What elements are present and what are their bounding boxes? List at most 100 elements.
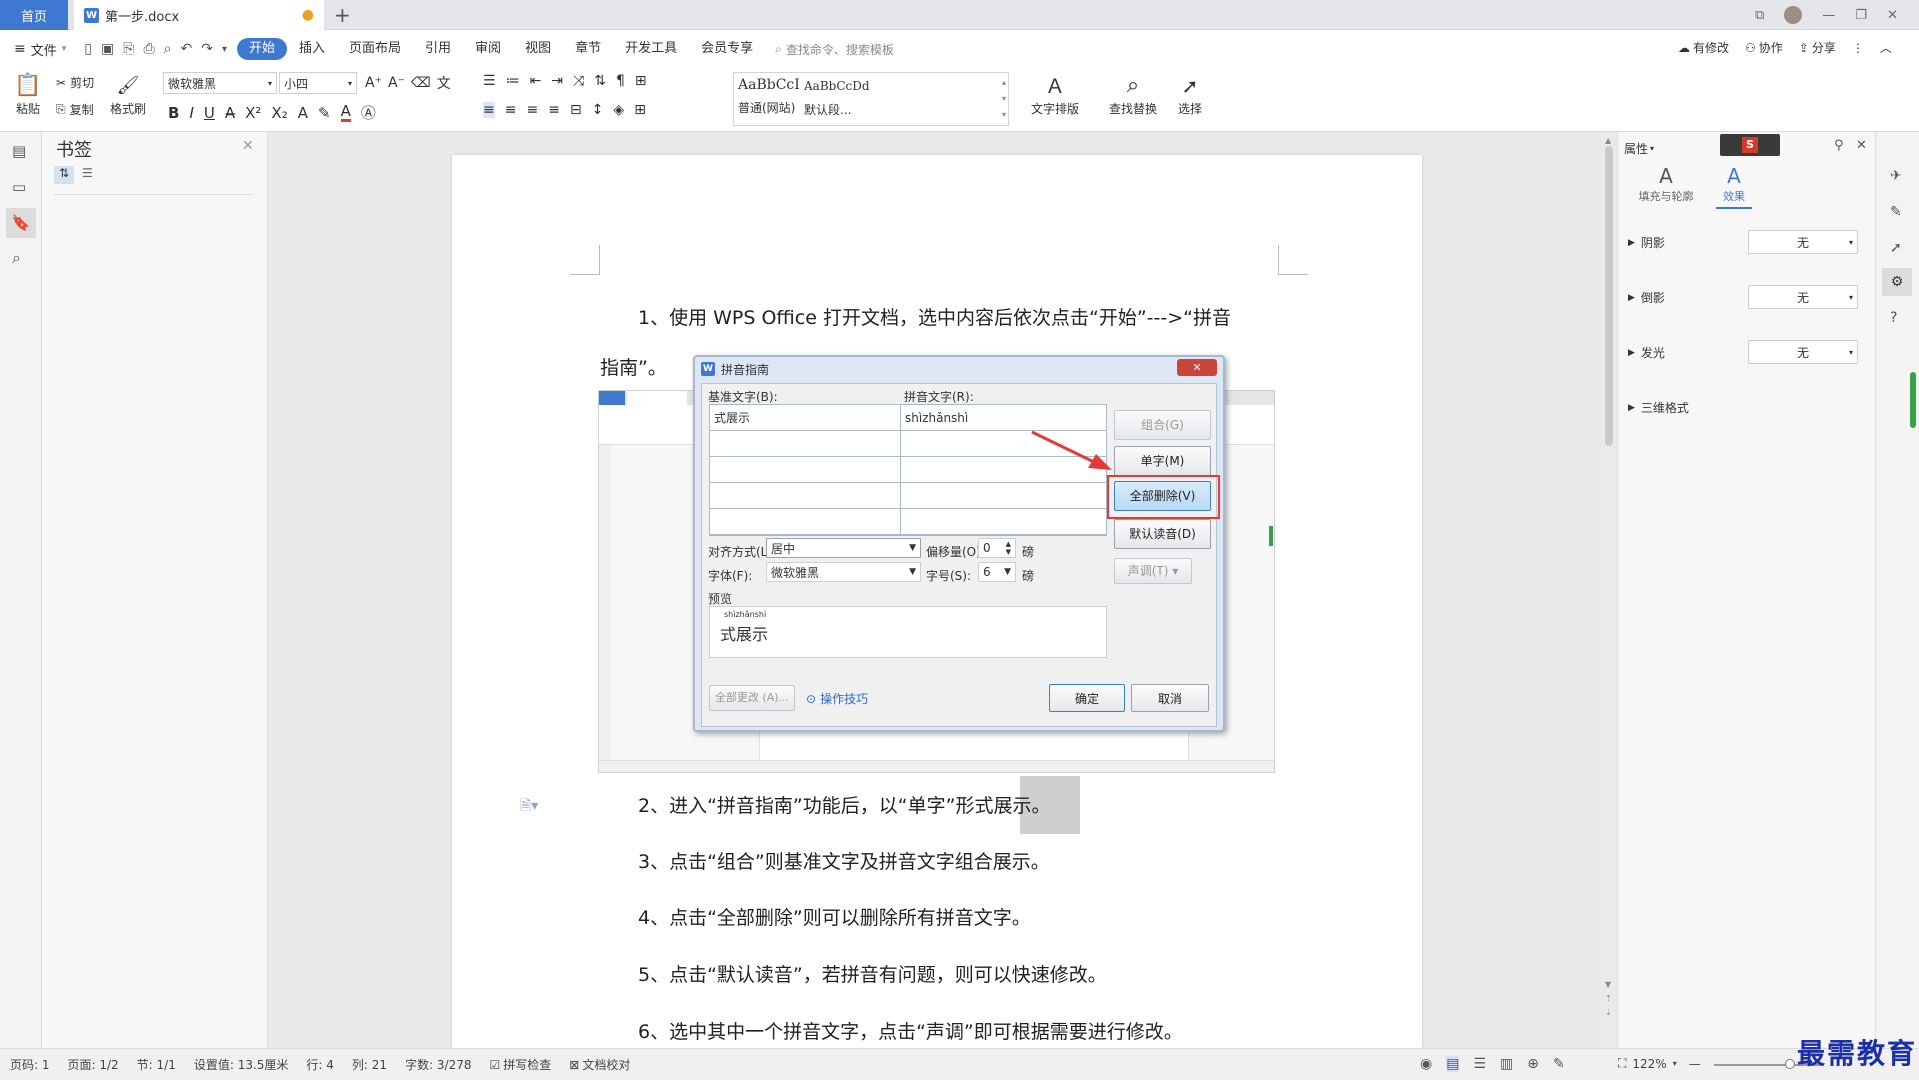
glow-row-toggle[interactable]: ▶ 发光 bbox=[1628, 344, 1665, 361]
help-icon[interactable]: ? bbox=[1890, 310, 1897, 326]
paste-button[interactable]: 📋 粘贴 bbox=[12, 72, 44, 117]
paragraph-2[interactable]: 2、进入“拼音指南”功能后，以“单字”形式展示。 bbox=[638, 791, 1050, 818]
paragraph-5[interactable]: 5、点击“默认读音”，若拼音有问题，则可以快速修改。 bbox=[638, 960, 1107, 987]
menu-insert[interactable]: 插入 bbox=[287, 38, 337, 60]
sort-by-name-icon[interactable]: ☰ bbox=[82, 166, 93, 180]
align-right-icon[interactable]: ≡ bbox=[526, 102, 538, 118]
chevron-down-icon[interactable]: ▾ bbox=[1673, 1059, 1677, 1068]
paragraph-4[interactable]: 4、点击“全部删除”则可以删除所有拼音文字。 bbox=[638, 903, 1031, 930]
cancel-button[interactable]: 取消 bbox=[1131, 684, 1209, 712]
outdent-icon[interactable]: ⇤ bbox=[530, 73, 542, 89]
shadow-row-toggle[interactable]: ▶ 阴影 bbox=[1628, 234, 1665, 251]
status-position[interactable]: 设置值: 13.5厘米 bbox=[194, 1056, 289, 1073]
menu-developer[interactable]: 开发工具 bbox=[613, 38, 689, 60]
show-marks-icon[interactable]: ¶ bbox=[616, 73, 625, 89]
default-reading-button[interactable]: 默认读音(D) bbox=[1114, 519, 1211, 549]
zoom-level[interactable]: 122% bbox=[1632, 1057, 1666, 1071]
export-pdf-icon[interactable]: ⎘ bbox=[123, 41, 134, 57]
command-search[interactable]: ⌕ 查找命令、搜索模板 bbox=[775, 41, 894, 58]
eye-protection-icon[interactable]: ◉ bbox=[1420, 1056, 1432, 1072]
pen-icon[interactable]: ✎ bbox=[1890, 204, 1902, 220]
pin-icon[interactable]: ⚲ bbox=[1834, 138, 1844, 153]
new-tab-icon[interactable]: + bbox=[334, 3, 351, 27]
scroll-down-icons[interactable]: ▼ ⇡ ⇣ bbox=[1605, 978, 1612, 1020]
dialog-close-icon[interactable]: ✕ bbox=[1177, 359, 1217, 376]
paragraph-1-continued[interactable]: 指南”。 bbox=[600, 353, 667, 380]
close-window-icon[interactable]: ✕ bbox=[1887, 8, 1898, 23]
print-preview-icon[interactable]: ⌕ bbox=[164, 41, 172, 57]
style-normal-web[interactable]: AaBbCcI 普通(网站) bbox=[738, 77, 800, 116]
zoom-slider-thumb[interactable] bbox=[1785, 1059, 1795, 1069]
web-view-icon[interactable]: ⊕ bbox=[1527, 1056, 1539, 1072]
rocket-icon[interactable]: ✈ bbox=[1890, 168, 1902, 184]
tab-effects[interactable]: A 效果 bbox=[1716, 164, 1752, 209]
property-title[interactable]: 属性 ▾ bbox=[1624, 140, 1654, 157]
zoom-out-icon[interactable]: — bbox=[1689, 1057, 1701, 1071]
3d-format-row-toggle[interactable]: ▶ 三维格式 bbox=[1628, 399, 1689, 416]
clear-format-icon[interactable]: ⌫ bbox=[411, 75, 431, 91]
write-view-icon[interactable]: ✎ bbox=[1553, 1056, 1565, 1072]
stepper-icon[interactable]: ▲ ▼ bbox=[1006, 540, 1011, 556]
paragraph-handle-icon[interactable]: 🗎▾ bbox=[520, 795, 538, 819]
style-gallery-scroll-icon[interactable]: ▴ ▾ ▾ bbox=[1002, 75, 1006, 123]
window-layout-icon[interactable]: ⧉ bbox=[1755, 8, 1764, 23]
bullet-list-icon[interactable]: ☰ bbox=[483, 73, 496, 89]
distribute-icon[interactable]: ⊟ bbox=[570, 102, 582, 118]
scroll-thumb[interactable] bbox=[1605, 146, 1613, 446]
base-text-cell-empty[interactable] bbox=[710, 457, 901, 483]
tab-home[interactable]: 首页 bbox=[0, 0, 68, 30]
status-line[interactable]: 行: 4 bbox=[306, 1056, 334, 1073]
highlight-icon[interactable]: ✎ bbox=[318, 104, 331, 122]
text-layout-button[interactable]: Ａ 文字排版 bbox=[1025, 72, 1085, 117]
proofread-button[interactable]: ⊠ 文档校对 bbox=[569, 1056, 630, 1073]
cursor-icon[interactable]: ➚ bbox=[1890, 240, 1902, 256]
base-text-cell-empty[interactable] bbox=[710, 483, 901, 509]
pinyin-text-cell[interactable]: shìzhǎnshì bbox=[901, 405, 1107, 431]
status-section[interactable]: 节: 1/1 bbox=[137, 1056, 176, 1073]
paragraph-1[interactable]: 1、使用 WPS Office 打开文档，选中内容后依次点击“开始”--->“拼… bbox=[638, 303, 1231, 330]
more-icon[interactable]: ▾ bbox=[222, 44, 227, 55]
alignment-select[interactable]: 居中 ▼ bbox=[766, 538, 921, 558]
changes-button[interactable]: ☁ 有修改 bbox=[1678, 39, 1729, 56]
avatar[interactable] bbox=[1784, 6, 1803, 24]
number-list-icon[interactable]: ≔ bbox=[506, 73, 520, 89]
base-text-cell-empty[interactable] bbox=[710, 509, 901, 535]
new-doc-icon[interactable]: ▯ bbox=[84, 41, 92, 57]
status-pages[interactable]: 页面: 1/2 bbox=[68, 1056, 119, 1073]
fit-page-icon[interactable]: ⛶ bbox=[1618, 1056, 1626, 1071]
ok-button[interactable]: 确定 bbox=[1049, 684, 1125, 712]
menu-start[interactable]: 开始 bbox=[236, 38, 287, 60]
format-painter-button[interactable]: 🖌 格式刷 bbox=[108, 72, 148, 117]
borders-icon[interactable]: ⊞ bbox=[634, 102, 646, 118]
find-replace-button[interactable]: ⌕ 查找替换 bbox=[1103, 72, 1163, 117]
close-icon[interactable]: ✕ bbox=[1856, 138, 1867, 153]
strikethrough-icon[interactable]: A̶ bbox=[225, 104, 235, 122]
phonetic-guide-icon[interactable]: 文 bbox=[437, 73, 451, 93]
search-icon[interactable]: ⌕ bbox=[12, 248, 21, 268]
menu-view[interactable]: 视图 bbox=[513, 38, 563, 60]
base-text-cell[interactable]: 式展示 bbox=[710, 405, 901, 431]
print-icon[interactable]: ⎙ bbox=[143, 41, 154, 57]
more-options-icon[interactable]: ⋮ bbox=[1852, 41, 1864, 55]
vertical-scrollbar[interactable]: ▲ ▼ ⇡ ⇣ bbox=[1601, 132, 1617, 1048]
menu-member[interactable]: 会员专享 bbox=[689, 38, 765, 60]
tab-fill-outline[interactable]: A 填充与轮廓 bbox=[1630, 164, 1702, 204]
change-all-button[interactable]: 全部更改 (A)... bbox=[709, 685, 795, 711]
menu-review[interactable]: 审阅 bbox=[463, 38, 513, 60]
pinyin-text-cell-empty[interactable] bbox=[901, 509, 1107, 535]
redo-icon[interactable]: ↷ bbox=[201, 41, 213, 57]
bookmark-icon[interactable]: 🔖 bbox=[6, 208, 36, 238]
italic-icon[interactable]: I bbox=[189, 104, 193, 122]
undo-icon[interactable]: ↶ bbox=[180, 41, 192, 57]
grow-font-icon[interactable]: A⁺ bbox=[365, 75, 382, 91]
spell-check-toggle[interactable]: ☑ 拼写检查 bbox=[490, 1056, 552, 1073]
menu-page-layout[interactable]: 页面布局 bbox=[337, 38, 413, 60]
status-page[interactable]: 页码: 1 bbox=[10, 1056, 50, 1073]
tone-button[interactable]: 声调(T) ▾ bbox=[1114, 558, 1192, 584]
outline-view-icon[interactable]: ☰ bbox=[1473, 1056, 1486, 1072]
subscript-icon[interactable]: X₂ bbox=[271, 104, 287, 122]
reading-view-icon[interactable]: ▥ bbox=[1500, 1056, 1513, 1072]
save-icon[interactable]: ▣ bbox=[101, 41, 114, 57]
minimize-icon[interactable]: — bbox=[1822, 8, 1835, 23]
shrink-font-icon[interactable]: A⁻ bbox=[388, 75, 405, 91]
